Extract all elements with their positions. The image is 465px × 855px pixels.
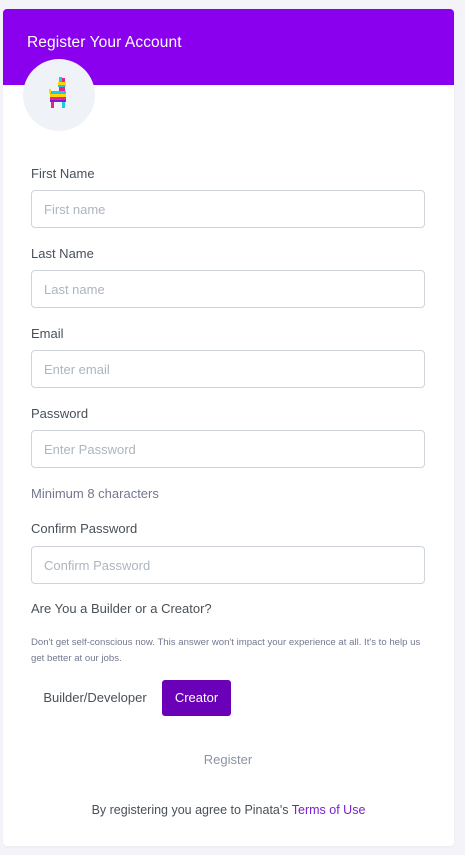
pinata-logo-icon (49, 77, 66, 108)
confirm-password-label: Confirm Password (31, 521, 138, 536)
creator-button[interactable]: Creator (162, 680, 231, 716)
terms-of-use-link[interactable]: Terms of Use (292, 803, 366, 817)
role-question: Are You a Builder or a Creator? (31, 601, 212, 616)
first-name-label: First Name (31, 166, 95, 181)
builder-developer-button[interactable]: Builder/Developer (36, 680, 154, 716)
password-input[interactable] (32, 431, 414, 467)
register-card: Register Your Account First Name First n… (3, 9, 454, 846)
last-name-label: Last Name (31, 246, 94, 261)
page-title: Register Your Account (27, 34, 182, 51)
confirm-password-field-box (31, 546, 425, 584)
last-name-field-box (31, 270, 425, 308)
register-button[interactable]: Register (188, 750, 268, 770)
email-label: Email (31, 326, 64, 341)
last-name-input[interactable] (32, 271, 414, 307)
email-field-box (31, 350, 425, 388)
first-name-field-box (31, 190, 425, 228)
password-field-box (31, 430, 425, 468)
role-note: Don't get self-conscious now. This answe… (31, 637, 421, 664)
password-label: Password (31, 406, 89, 421)
confirm-password-input[interactable] (32, 547, 414, 583)
first-name-input[interactable] (32, 191, 414, 227)
email-input[interactable] (32, 351, 414, 387)
logo-avatar (23, 59, 95, 131)
terms-text: By registering you agree to Pinata's Ter… (3, 803, 454, 817)
password-hint: Minimum 8 characters (31, 486, 159, 501)
terms-prefix: By registering you agree to Pinata's (91, 803, 292, 817)
